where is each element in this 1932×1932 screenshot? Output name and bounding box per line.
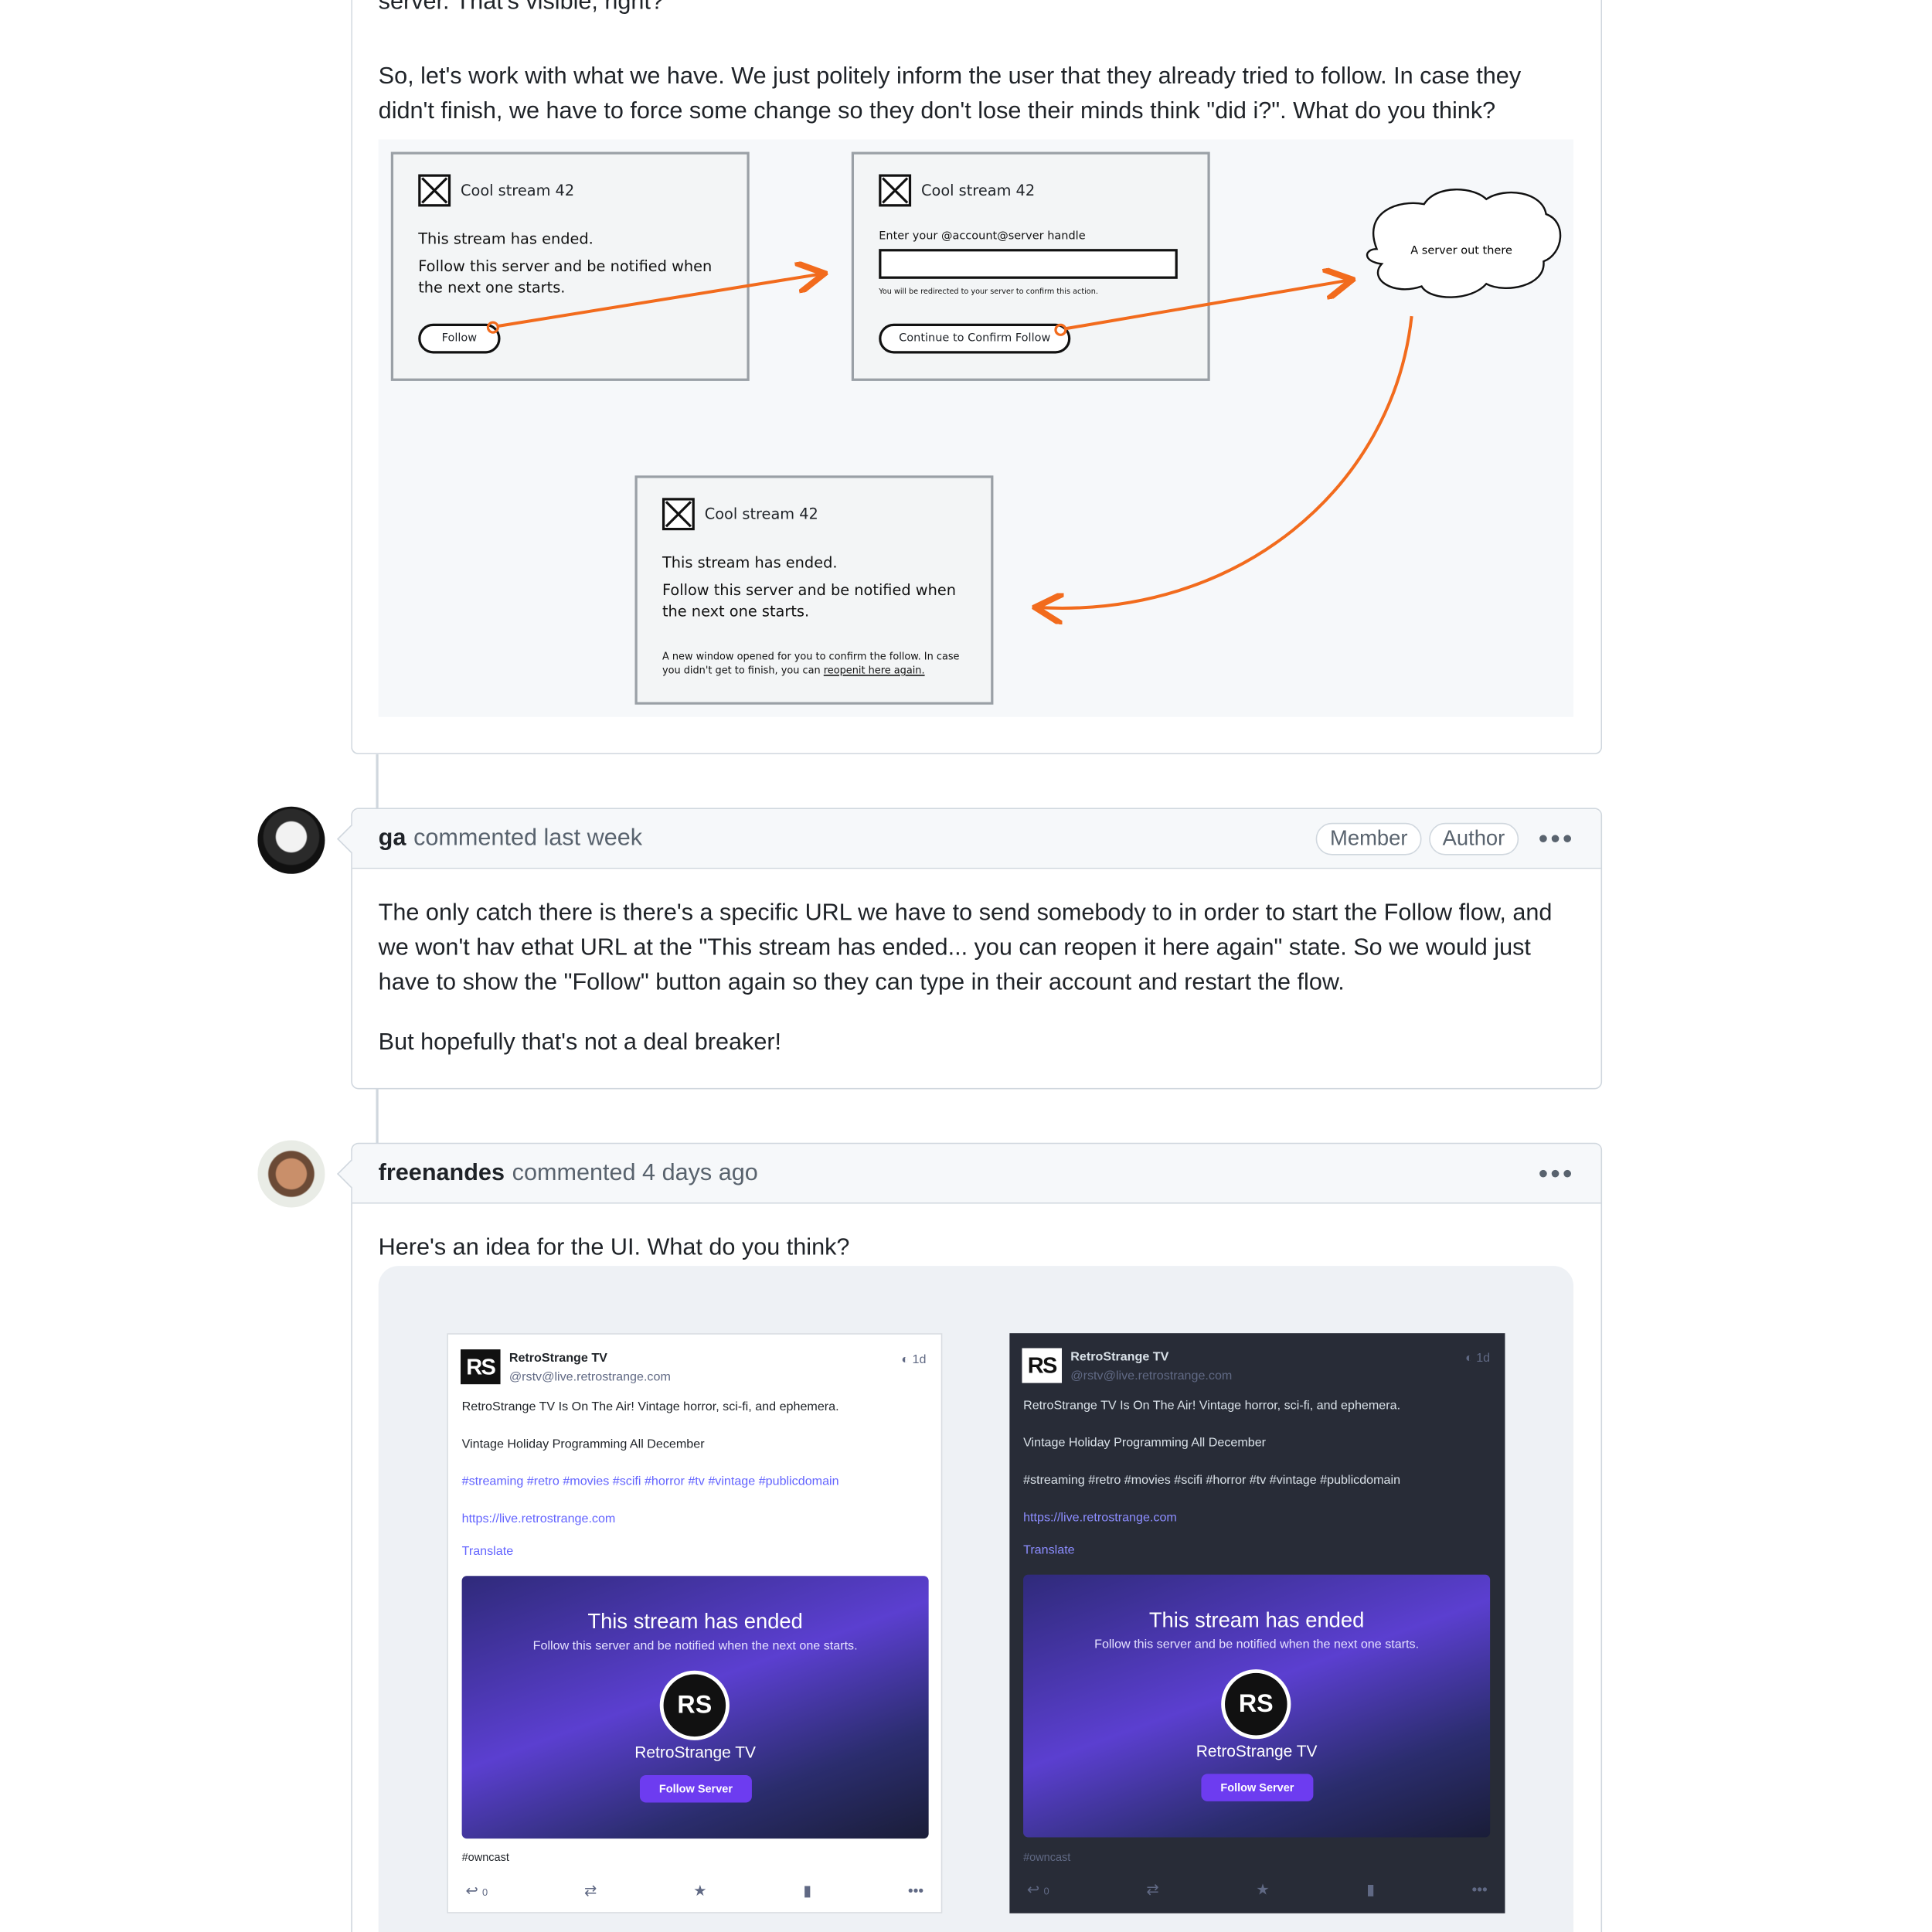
- cloud-shape: [1366, 189, 1562, 298]
- follow-server-button[interactable]: Follow Server: [639, 1775, 752, 1803]
- comment-text: So, let's work with what we have. We jus…: [378, 63, 1522, 125]
- post-link[interactable]: https://live.retrostrange.com: [462, 1512, 616, 1526]
- comment-text: But hopefully that's not a deal breaker!: [378, 1029, 782, 1056]
- comment-meta[interactable]: commented 4 days ago: [512, 1159, 758, 1186]
- embed-title: This stream has ended: [1148, 1608, 1365, 1632]
- favourite-icon[interactable]: ★: [693, 1883, 706, 1900]
- post-text: Vintage Holiday Programming All December: [1023, 1436, 1267, 1451]
- post-time: ◐ 1d: [901, 1352, 927, 1367]
- server-logo: RS: [1221, 1669, 1291, 1740]
- bookmark-icon[interactable]: ▮: [803, 1883, 811, 1900]
- author-link[interactable]: ga: [379, 825, 406, 852]
- server-logo: RS: [659, 1670, 730, 1740]
- follow-server-button[interactable]: Follow Server: [1201, 1774, 1314, 1801]
- server-name: RetroStrange TV: [634, 1743, 757, 1762]
- wireframe-diagram: Cool stream 42 This stream has ended. Fo…: [378, 139, 1574, 717]
- reply-icon[interactable]: ↩ 0: [1027, 1881, 1049, 1899]
- post-text: Vintage Holiday Programming All December: [461, 1437, 705, 1452]
- comment-header: ga commented last week Member Author •••: [337, 809, 1601, 869]
- embed-subtitle: Follow this server and be notified when …: [1094, 1638, 1420, 1652]
- embed-subtitle: Follow this server and be notified when …: [532, 1639, 858, 1654]
- more-icon[interactable]: •••: [908, 1883, 923, 1900]
- stream-embed: This stream has ended Follow this server…: [1023, 1574, 1491, 1838]
- avatar[interactable]: [257, 806, 325, 874]
- account-name: RetroStrange TV: [1070, 1350, 1169, 1365]
- post-text: RetroStrange TV Is On The Air! Vintage h…: [1023, 1399, 1401, 1413]
- post-card-dark: RS RetroStrange TV @rstv@live.retrostran…: [1009, 1333, 1505, 1913]
- account-handle: @rstv@live.retrostrange.com: [509, 1370, 671, 1385]
- reply-icon[interactable]: ↩ 0: [465, 1883, 488, 1900]
- author-link[interactable]: freenandes: [379, 1159, 505, 1186]
- post-card-light: RS RetroStrange TV @rstv@live.retrostran…: [447, 1333, 943, 1913]
- post-link[interactable]: https://live.retrostrange.com: [1023, 1512, 1177, 1526]
- footer-hashtag[interactable]: #owncast: [462, 1851, 509, 1863]
- translate-link[interactable]: Translate: [1023, 1543, 1075, 1557]
- wireframe-arrows: A server out there: [486, 189, 1562, 716]
- comment-text: The only catch there is there's a specif…: [378, 900, 1553, 996]
- comment-header: freenandes commented 4 days ago •••: [337, 1144, 1601, 1204]
- account-name: RetroStrange TV: [509, 1352, 607, 1366]
- post-hashtags[interactable]: #streaming #retro #movies #scifi #horror…: [1023, 1474, 1400, 1488]
- comment-text: server. That's visible, right?: [378, 0, 664, 15]
- post-text: RetroStrange TV Is On The Air! Vintage h…: [461, 1400, 839, 1414]
- post-hashtags[interactable]: #streaming #retro #movies #scifi #horror…: [462, 1475, 839, 1489]
- cloud-label: A server out there: [1410, 245, 1512, 257]
- account-logo: RS: [1022, 1348, 1063, 1383]
- bookmark-icon[interactable]: ▮: [1366, 1881, 1375, 1899]
- comment-meta[interactable]: commented last week: [413, 825, 642, 852]
- globe-icon: ◐: [901, 1352, 910, 1367]
- footer-hashtag[interactable]: #owncast: [1023, 1851, 1070, 1863]
- account-handle: @rstv@live.retrostrange.com: [1070, 1369, 1233, 1383]
- avatar[interactable]: [257, 1140, 325, 1208]
- favourite-icon[interactable]: ★: [1256, 1881, 1269, 1899]
- issue-timeline: server. That's visible, right? So, let's…: [0, 0, 1932, 1932]
- kebab-menu-icon[interactable]: •••: [1539, 822, 1575, 855]
- post-time: ◐ 1d: [1464, 1352, 1491, 1366]
- embed-title: This stream has ended: [587, 1609, 803, 1634]
- more-icon[interactable]: •••: [1472, 1881, 1488, 1899]
- globe-icon: ◐: [1464, 1352, 1473, 1366]
- author-badge: Author: [1428, 821, 1519, 855]
- translate-link[interactable]: Translate: [462, 1545, 514, 1559]
- comment-text: Here's an idea for the UI. What do you t…: [378, 1234, 850, 1261]
- stream-embed: This stream has ended Follow this server…: [461, 1576, 929, 1839]
- server-name: RetroStrange TV: [1196, 1741, 1318, 1760]
- boost-icon[interactable]: ⇄: [584, 1883, 597, 1900]
- account-logo: RS: [460, 1349, 501, 1385]
- kebab-menu-icon[interactable]: •••: [1539, 1157, 1575, 1189]
- member-badge: Member: [1316, 821, 1422, 855]
- boost-icon[interactable]: ⇄: [1146, 1881, 1158, 1899]
- comment-ga: ga commented last week Member Author •••…: [337, 808, 1603, 1090]
